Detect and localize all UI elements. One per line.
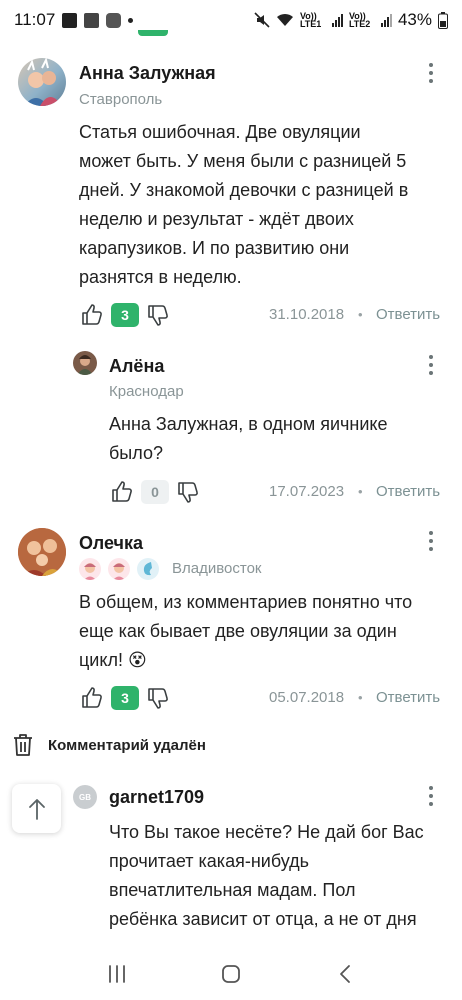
comment-date: 05.07.2018 <box>269 689 345 706</box>
comment-date: 31.10.2018 <box>269 306 345 323</box>
separator-dot: • <box>358 484 363 499</box>
status-time: 11:07 <box>14 10 56 29</box>
battery-level: 43% <box>397 10 432 29</box>
more-notifications-icon <box>128 17 134 23</box>
avatar[interactable] <box>18 58 66 106</box>
comment-text-line: может быть. У меня были с разницей 5 <box>79 151 407 171</box>
comment-city: Ставрополь <box>79 91 163 108</box>
comment-text-line: ребёнка зависит от отца, а не от дня <box>109 909 417 929</box>
comment-author[interactable]: Олечка <box>79 533 143 554</box>
comment-text-line: Что Вы такое несёте? Не дай бог Вас <box>109 822 424 842</box>
avatar[interactable] <box>18 528 66 576</box>
thumb-down-icon[interactable] <box>175 479 201 505</box>
comment-text-line: Статья ошибочная. Две овуляции <box>79 122 361 142</box>
sim2-label: Vo)) LTE2 <box>348 12 371 28</box>
checkbox-notification-icon <box>62 12 78 28</box>
recent-apps-icon <box>109 965 125 983</box>
scroll-to-top-button[interactable] <box>12 784 61 833</box>
signal1-icon <box>331 13 343 27</box>
comment-date: 17.07.2023 <box>269 483 345 500</box>
arrow-up-icon <box>28 798 45 820</box>
previous-comment-actions-edge <box>100 30 190 38</box>
comment-text: В общем, из комментариев понятно что еще… <box>79 588 449 675</box>
thumb-up-icon[interactable] <box>109 479 135 505</box>
home-icon <box>222 965 240 983</box>
gallery-notification-icon <box>84 12 100 28</box>
separator-dot: • <box>358 307 363 322</box>
reply-button[interactable]: Ответить <box>376 483 440 500</box>
comment-text-line: еще как бывает две овуляции за один <box>79 621 397 641</box>
recent-apps-button[interactable] <box>97 954 137 994</box>
sim1-label: Vo)) LTE1 <box>299 12 322 28</box>
deleted-comment: Комментарий удалён <box>12 730 206 760</box>
kebab-menu-icon[interactable] <box>421 529 441 553</box>
comment-text: Анна Залужная, в одном яичнике было? <box>109 410 449 468</box>
back-button[interactable] <box>325 954 365 994</box>
thumb-down-icon[interactable] <box>145 685 171 711</box>
comment-author[interactable]: Анна Залужная <box>79 63 216 84</box>
kebab-menu-icon[interactable] <box>421 61 441 85</box>
comment-votes: 3 <box>79 301 171 329</box>
comment-text-line: разнятся в неделю. <box>79 267 242 287</box>
girl-badge-icon <box>79 558 101 580</box>
girl-badge-icon <box>108 558 130 580</box>
system-navigation-bar <box>0 948 462 1000</box>
comment-text-line: В общем, из комментариев понятно что <box>79 592 413 612</box>
reply-button[interactable]: Ответить <box>376 689 440 706</box>
app-notification-icon <box>106 12 122 28</box>
likes-count: 3 <box>111 303 139 327</box>
avatar[interactable] <box>73 351 97 375</box>
separator-dot: • <box>358 690 363 705</box>
comment-votes: 0 <box>109 478 201 506</box>
back-icon <box>340 965 350 983</box>
comment-text-line: цикл! 😵 <box>79 650 147 670</box>
deleted-comment-label: Комментарий удалён <box>48 736 206 754</box>
comment-votes: 3 <box>79 684 171 712</box>
thumb-down-icon[interactable] <box>145 302 171 328</box>
comment-text-line: Анна Залужная, в одном яичнике <box>109 414 388 434</box>
battery-icon <box>438 11 448 29</box>
thumb-up-icon[interactable] <box>79 685 105 711</box>
thumb-up-icon[interactable] <box>79 302 105 328</box>
likes-count: 0 <box>141 480 169 504</box>
comment-author[interactable]: Алёна <box>109 356 164 377</box>
comment-text-line: было? <box>109 443 163 463</box>
wifi-icon <box>276 13 293 26</box>
likes-count: 3 <box>111 686 139 710</box>
comment-text-line: карапузиков. И по развитию они <box>79 238 350 258</box>
kebab-menu-icon[interactable] <box>421 353 441 377</box>
status-bar: 11:07 Vo)) LTE1 Vo)) LTE2 43% <box>0 0 462 40</box>
avatar[interactable]: GB <box>73 785 97 809</box>
comment-text-line: прочитает какая-нибудь <box>109 851 310 871</box>
comment-text-line: впечатлительная мадам. Пол <box>109 880 356 900</box>
comment-text: Статья ошибочная. Две овуляции может быт… <box>79 118 449 292</box>
comment-city: Краснодар <box>109 383 184 400</box>
pregnancy-badge-icon <box>137 558 159 580</box>
reply-button[interactable]: Ответить <box>376 306 440 323</box>
comment-text-line: дней. У знакомой девочки с разницей в <box>79 180 409 200</box>
comment-text-line: неделю и результат - ждёт двоих <box>79 209 354 229</box>
kebab-menu-icon[interactable] <box>421 784 441 808</box>
comment-city: Владивосток <box>172 560 262 577</box>
signal2-icon <box>380 13 392 27</box>
comment-text: Что Вы такое несёте? Не дай бог Вас проч… <box>109 818 454 934</box>
trash-icon <box>14 734 32 756</box>
home-button[interactable] <box>211 954 251 994</box>
comment-author[interactable]: garnet1709 <box>109 787 204 808</box>
mute-icon <box>254 12 270 28</box>
